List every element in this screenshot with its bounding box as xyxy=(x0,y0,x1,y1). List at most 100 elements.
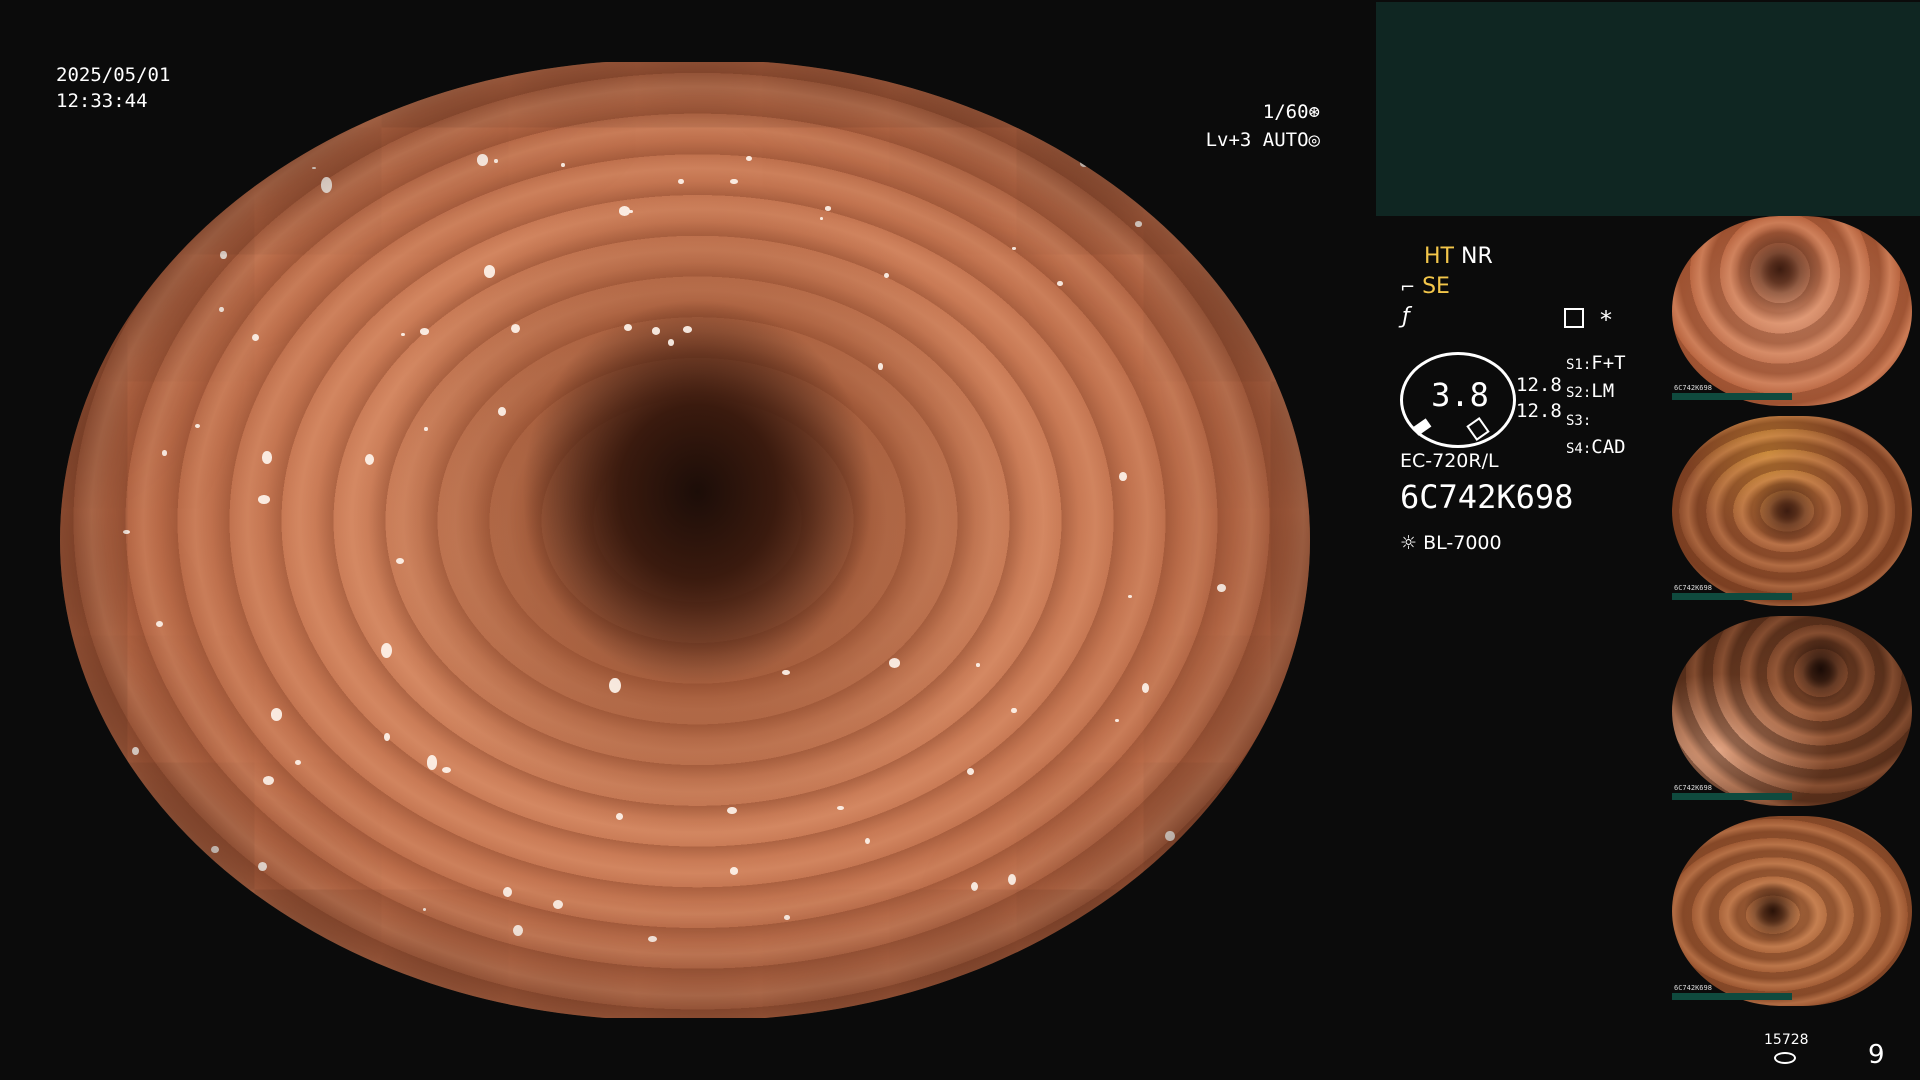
switch-row: S2:LM xyxy=(1566,378,1626,406)
specular-highlight xyxy=(212,883,218,891)
specular-highlight xyxy=(497,407,506,416)
specular-highlight xyxy=(616,812,624,820)
switch-row: S4:CAD xyxy=(1566,434,1626,462)
specular-highlight xyxy=(629,209,633,213)
level-row: Lv+3 AUTO◎ xyxy=(1180,126,1320,154)
view-mask-bottom xyxy=(60,1018,1310,1080)
date-text: 2025/05/01 xyxy=(56,64,171,86)
thumbnail-serial: 6C742K698 xyxy=(1674,984,1712,992)
specular-highlight xyxy=(1128,595,1133,598)
specular-highlight xyxy=(210,845,220,854)
level-text: Lv+3 xyxy=(1205,129,1252,151)
zoom-value: 3.8 xyxy=(1431,376,1489,414)
endoscope-live-view xyxy=(60,60,1310,1020)
switch-key: S4: xyxy=(1566,441,1592,457)
specular-highlight xyxy=(784,914,790,920)
specular-highlight xyxy=(419,327,430,335)
se-row: ⌐ SE xyxy=(1400,274,1450,299)
specular-highlight xyxy=(155,620,163,628)
storage-icon xyxy=(1774,1052,1796,1064)
switch-key: S1: xyxy=(1566,357,1592,373)
specular-highlight xyxy=(1079,160,1088,167)
specular-highlight xyxy=(258,495,270,504)
switch-list: S1:F+T S2:LM S3: S4:CAD xyxy=(1566,350,1626,462)
specular-highlight xyxy=(1135,221,1142,227)
specular-highlight xyxy=(729,867,738,875)
time-text: 12:33:44 xyxy=(56,90,148,112)
thumbnail-image xyxy=(1672,816,1912,1006)
specular-highlight xyxy=(215,191,221,196)
specular-highlight xyxy=(476,154,489,166)
value-b: 12.8 xyxy=(1516,400,1562,422)
specular-highlight xyxy=(422,908,426,911)
specular-highlight xyxy=(1056,280,1063,287)
image-count: 9 xyxy=(1868,1040,1885,1070)
specular-highlight xyxy=(502,886,512,898)
specular-highlight xyxy=(1115,718,1119,722)
switch-value: F+T xyxy=(1591,352,1626,374)
specular-highlight xyxy=(726,806,738,815)
specular-highlight xyxy=(561,162,566,168)
specular-highlight xyxy=(122,529,130,534)
enhancement-row: HT NR xyxy=(1424,244,1493,269)
specular-highlight xyxy=(667,338,675,346)
specular-highlight xyxy=(678,178,684,185)
scope-model: EC-720R/L xyxy=(1400,450,1499,472)
specular-highlight xyxy=(824,206,832,211)
se-label: SE xyxy=(1422,274,1450,299)
specular-highlight xyxy=(512,924,523,937)
memory-icon xyxy=(1564,308,1584,328)
specular-highlight xyxy=(162,450,167,456)
specular-highlight xyxy=(683,326,693,333)
thumbnail-2[interactable]: 6C742K698 xyxy=(1672,416,1920,606)
specular-highlight xyxy=(1119,472,1127,481)
light-source-row: ☼ BL-7000 xyxy=(1400,532,1502,554)
scope-tip-icon: ⌐ xyxy=(1400,277,1416,298)
specular-highlight xyxy=(270,708,283,722)
thumbnail-4[interactable]: 6C742K698 xyxy=(1672,816,1920,1006)
mode-text: AUTO xyxy=(1262,129,1309,151)
nr-label: NR xyxy=(1460,244,1493,269)
switch-value: LM xyxy=(1591,380,1615,402)
specular-highlight xyxy=(652,327,661,335)
thumbnail-bar xyxy=(1672,993,1792,1000)
specular-highlight xyxy=(483,265,495,278)
auto-exposure-icon: ◎ xyxy=(1308,129,1320,151)
switch-value: CAD xyxy=(1591,436,1626,458)
specular-highlight xyxy=(884,272,889,278)
specular-highlight xyxy=(1011,707,1017,714)
specular-highlight xyxy=(261,451,273,464)
specular-highlight xyxy=(1216,584,1226,593)
thumbnail-3[interactable]: 6C742K698 xyxy=(1672,616,1920,806)
switch-key: S2: xyxy=(1566,385,1592,401)
thumbnail-1[interactable]: 6C742K698 xyxy=(1672,216,1920,406)
specular-highlight xyxy=(819,216,824,221)
specular-highlight xyxy=(295,760,302,766)
switch-key: S3: xyxy=(1566,413,1592,429)
scale-values: 12.8 12.8 xyxy=(1516,372,1562,424)
specular-highlight xyxy=(1008,874,1017,886)
exposure-overlay: 1/60⊛ Lv+3 AUTO◎ xyxy=(1180,98,1320,154)
thumbnail-image xyxy=(1672,616,1912,806)
specular-highlight xyxy=(888,658,901,669)
specular-highlight xyxy=(730,179,738,185)
thumbnail-bar xyxy=(1672,593,1792,600)
thumbnail-bar xyxy=(1672,393,1792,400)
aperture-icon: ⊛ xyxy=(1308,101,1320,123)
scope-serial: 6C742K698 xyxy=(1400,478,1574,516)
switch-row: S3: xyxy=(1566,406,1626,434)
specular-highlight xyxy=(609,677,621,693)
specular-highlight xyxy=(263,776,275,786)
specular-highlight xyxy=(219,306,224,312)
info-box xyxy=(1376,2,1920,216)
thumbnail-serial: 6C742K698 xyxy=(1674,584,1712,592)
specular-highlight xyxy=(381,643,393,659)
specular-highlight xyxy=(223,935,231,945)
thumbnail-image xyxy=(1672,416,1912,606)
specular-highlight xyxy=(552,899,563,910)
thumbnail-serial: 6C742K698 xyxy=(1674,384,1712,392)
switch-row: S1:F+T xyxy=(1566,350,1626,378)
specular-highlight xyxy=(194,423,200,428)
specular-highlight xyxy=(320,177,333,193)
light-source-text: BL-7000 xyxy=(1423,532,1502,554)
